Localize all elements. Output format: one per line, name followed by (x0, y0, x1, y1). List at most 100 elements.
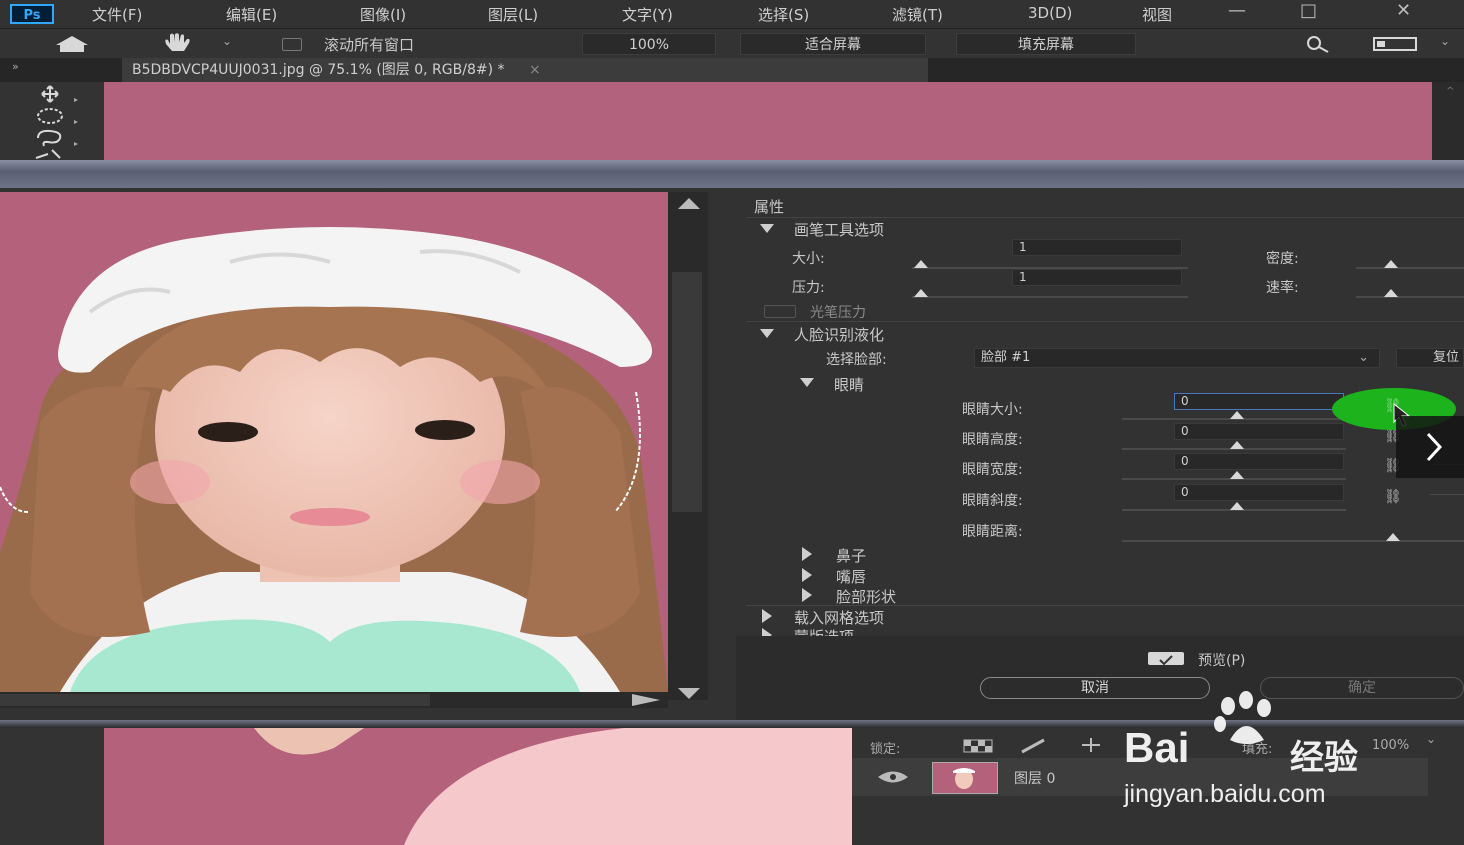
preview-checkbox[interactable] (1148, 652, 1184, 666)
mouth-section-header[interactable]: 嘴唇 (836, 566, 866, 587)
chevron-down-icon: ⌄ (1358, 350, 1369, 365)
menu-3d[interactable]: 3D(D) (1028, 4, 1072, 22)
menu-edit[interactable]: 编辑(E) (226, 4, 277, 25)
lock-position-icon[interactable] (1074, 736, 1108, 754)
window-separator (0, 160, 1464, 188)
document-tab[interactable]: B5DBDVCP4UUJ0031.jpg @ 75.1% (图层 0, RGB/… (122, 58, 928, 82)
home-icon[interactable] (52, 34, 92, 54)
eye-height-field[interactable]: 0 (1174, 423, 1344, 440)
move-tool-icon[interactable] (30, 84, 82, 104)
workspace-chevron-icon[interactable]: ⌄ (1440, 34, 1450, 48)
checkmark-icon (1159, 655, 1173, 666)
density-slider[interactable] (1356, 267, 1464, 269)
menu-layer[interactable]: 图层(L) (488, 4, 538, 25)
fit-screen-button[interactable]: 适合屏幕 (740, 33, 926, 55)
lock-label: 锁定: (870, 742, 901, 757)
zoom-percent-button[interactable]: 100% (582, 33, 716, 55)
preview-vertical-scrollbar[interactable] (668, 192, 708, 700)
workspace-icon[interactable] (1372, 35, 1418, 53)
canvas-area-top[interactable] (104, 82, 1432, 160)
eye-distance-slider[interactable] (1122, 540, 1464, 542)
eyes-section-header[interactable]: 眼睛 (834, 374, 864, 395)
photoshop-logo: Ps (10, 4, 54, 24)
canvas-photo-lower (104, 728, 852, 845)
eye-size-slider-knob[interactable] (1230, 411, 1244, 419)
scroll-down-arrow-icon[interactable] (678, 688, 700, 699)
reset-button[interactable]: 复位 (1396, 348, 1464, 368)
canvas-area-bottom[interactable] (104, 728, 852, 845)
pressure-slider[interactable] (912, 296, 1188, 298)
lock-transparent-pixels-icon[interactable] (962, 738, 996, 754)
menu-select[interactable]: 选择(S) (758, 4, 809, 25)
collapse-triangle-icon[interactable] (762, 609, 772, 623)
preview-image[interactable] (0, 192, 668, 692)
pressure-field[interactable]: 1 (1012, 269, 1182, 286)
size-field[interactable]: 1 (1012, 239, 1182, 256)
eye-width-field[interactable]: 0 (1174, 453, 1344, 470)
link-icon[interactable]: ⛓ (1384, 489, 1402, 505)
canvas-scrollbar-area[interactable]: ^ (1432, 82, 1464, 160)
search-icon[interactable] (1298, 34, 1338, 54)
eye-tilt-slider-knob[interactable] (1230, 502, 1244, 510)
collapse-triangle-icon[interactable] (802, 588, 812, 602)
scroll-up-arrow-icon[interactable] (678, 198, 700, 209)
hscroll-thumb[interactable] (0, 694, 430, 706)
expand-triangle-icon[interactable] (800, 378, 814, 387)
menu-type[interactable]: 文字(Y) (622, 4, 673, 25)
layer-name[interactable]: 图层 0 (1014, 768, 1055, 788)
collapse-triangle-icon[interactable] (802, 547, 812, 561)
rate-label: 速率: (1266, 280, 1299, 296)
scrollbar-thumb[interactable] (672, 272, 702, 512)
scroll-up-icon[interactable]: ^ (1446, 86, 1454, 97)
face-shape-section-header[interactable]: 脸部形状 (836, 586, 896, 607)
fill-chevron-icon[interactable]: ⌄ (1426, 732, 1436, 746)
tab-close-icon[interactable]: × (529, 62, 541, 78)
density-slider-knob[interactable] (1384, 260, 1398, 268)
menu-file[interactable]: 文件(F) (92, 4, 142, 25)
nose-section-header[interactable]: 鼻子 (836, 545, 866, 566)
stylus-pressure-checkbox[interactable] (764, 305, 796, 318)
eye-visibility-icon[interactable] (876, 768, 910, 786)
scroll-right-arrow-icon[interactable] (632, 694, 660, 706)
pressure-slider-knob[interactable] (914, 289, 928, 297)
panel-collapse-icon[interactable]: » (12, 60, 19, 73)
rate-slider-knob[interactable] (1384, 289, 1398, 297)
eye-tilt-field[interactable]: 0 (1174, 484, 1344, 501)
expand-triangle-icon[interactable] (760, 329, 774, 338)
fill-screen-button[interactable]: 填充屏幕 (956, 33, 1136, 55)
watermark-url: jingyan.baidu.com (1124, 780, 1326, 808)
menu-filter[interactable]: 滤镜(T) (892, 4, 943, 25)
mask-section-row[interactable]: 蒙版选项 (746, 626, 1464, 636)
brush-section-header[interactable]: 画笔工具选项 (794, 219, 884, 240)
divider (746, 217, 1464, 218)
eye-distance-label: 眼睛距离: (962, 524, 1023, 540)
lock-image-pixels-icon[interactable] (1018, 738, 1052, 754)
lasso-tool-icon[interactable] (30, 128, 82, 148)
eye-size-field[interactable]: 0 (1174, 393, 1344, 410)
select-face-value: 脸部 #1 (981, 350, 1031, 365)
menu-view[interactable]: 视图 (1142, 4, 1172, 25)
menu-image[interactable]: 图像(I) (360, 4, 406, 25)
document-tab-bar: » B5DBDVCP4UUJ0031.jpg @ 75.1% (图层 0, RG… (0, 58, 1464, 82)
load-mesh-section-header[interactable]: 载入网格选项 (794, 607, 884, 628)
chevron-down-icon[interactable]: ⌄ (222, 34, 232, 48)
eye-width-slider-knob[interactable] (1230, 471, 1244, 479)
hand-tool-icon[interactable] (158, 32, 198, 54)
divider (746, 321, 1464, 322)
face-liquify-section-header[interactable]: 人脸识别液化 (794, 324, 884, 345)
rate-slider[interactable] (1356, 296, 1464, 298)
eye-distance-slider-knob[interactable] (1386, 533, 1400, 541)
preview-horizontal-scrollbar[interactable] (0, 692, 668, 708)
collapse-triangle-icon[interactable] (802, 568, 812, 582)
expand-triangle-icon[interactable] (760, 224, 774, 233)
next-slide-button[interactable] (1396, 416, 1464, 478)
magic-wand-tool-icon[interactable] (30, 148, 82, 160)
maximize-button[interactable]: □ (1300, 0, 1317, 21)
close-window-button[interactable]: ✕ (1396, 0, 1411, 21)
select-face-dropdown[interactable]: 脸部 #1 ⌄ (974, 348, 1380, 368)
size-slider-knob[interactable] (914, 260, 928, 268)
marquee-tool-icon[interactable] (30, 106, 82, 126)
eye-height-slider-knob[interactable] (1230, 441, 1244, 449)
minimize-button[interactable]: — (1228, 0, 1246, 21)
scroll-all-checkbox[interactable] (282, 38, 302, 51)
